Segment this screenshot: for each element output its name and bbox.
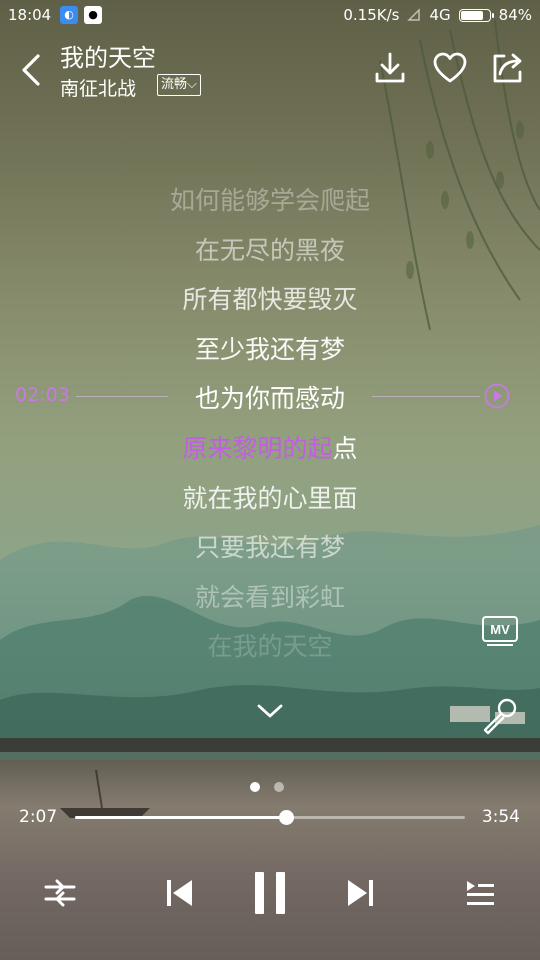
heart-icon[interactable] <box>432 50 468 86</box>
status-time: 18:04 <box>8 6 52 24</box>
battery-icon <box>458 8 494 22</box>
playlist-icon[interactable] <box>464 878 496 908</box>
seek-marker-line <box>372 396 480 397</box>
current-time: 2:07 <box>19 807 58 827</box>
song-title: 我的天空 <box>60 44 156 72</box>
lyric-line: 在我的天空 <box>207 632 333 662</box>
lyric-line: 只要我还有梦 <box>194 533 345 563</box>
qq-browser-icon: ◐ <box>60 6 78 24</box>
lyric-line: 就在我的心里面 <box>182 483 358 513</box>
download-icon[interactable] <box>372 50 408 86</box>
mv-label: MV <box>490 622 510 637</box>
lyric-unsung-part: 点 <box>332 433 358 463</box>
previous-icon[interactable] <box>164 877 196 909</box>
network-speed: 0.15K/s <box>343 6 400 24</box>
pause-icon[interactable] <box>252 870 288 916</box>
quality-selector[interactable]: 流畅⌵ <box>157 74 201 96</box>
progress-row: 2:07 3:54 <box>0 806 540 830</box>
quality-label: 流畅 <box>161 77 188 92</box>
page-indicator <box>250 782 284 792</box>
lyrics-panel[interactable]: 如何能够学会爬起 在无尽的黑夜 所有都快要毁灭 至少我还有梦 也为你而感动 原来… <box>0 176 540 672</box>
chevron-down-icon: ⌵ <box>187 77 197 92</box>
lyric-line-active: 原来黎明的起点 <box>0 424 540 474</box>
player-header: 我的天空 南征北战 流畅⌵ <box>0 34 540 104</box>
shuffle-icon[interactable] <box>44 878 76 908</box>
lyric-sung-part: 原来黎明的起 <box>182 433 333 463</box>
total-time: 3:54 <box>481 807 520 827</box>
lyric-line: 所有都快要毁灭 <box>182 285 358 315</box>
progress-played <box>75 816 286 819</box>
next-icon[interactable] <box>344 877 376 909</box>
playback-controls <box>0 862 540 922</box>
status-bar: 18:04 ◐ ● 0.15K/s 4G 84% <box>0 0 540 30</box>
share-icon[interactable] <box>490 50 526 86</box>
signal-icon <box>407 8 421 21</box>
seek-marker-time: 02:03 <box>15 384 70 406</box>
qq-penguin-icon: ● <box>84 6 102 24</box>
chevron-down-icon[interactable] <box>255 700 285 722</box>
seek-marker-line <box>76 396 168 397</box>
page-dot[interactable] <box>274 782 284 792</box>
page-dot[interactable] <box>250 782 260 792</box>
lyric-line: 如何能够学会爬起 <box>169 186 370 215</box>
lyric-line: 在无尽的黑夜 <box>194 235 345 265</box>
play-from-here-icon[interactable] <box>484 383 510 409</box>
artist-name[interactable]: 南征北战 <box>60 74 136 101</box>
battery-percent: 84% <box>498 6 532 24</box>
network-type: 4G <box>429 6 451 24</box>
back-icon[interactable] <box>16 50 46 90</box>
lyric-line: 至少我还有梦 <box>194 334 345 364</box>
progress-knob[interactable] <box>278 810 294 825</box>
lyric-line: 也为你而感动 <box>194 384 345 414</box>
mv-button[interactable]: MV <box>481 615 519 647</box>
lyric-line: 就会看到彩虹 <box>194 582 345 612</box>
progress-bar[interactable] <box>75 810 465 825</box>
karaoke-mic-icon[interactable] <box>480 696 520 736</box>
